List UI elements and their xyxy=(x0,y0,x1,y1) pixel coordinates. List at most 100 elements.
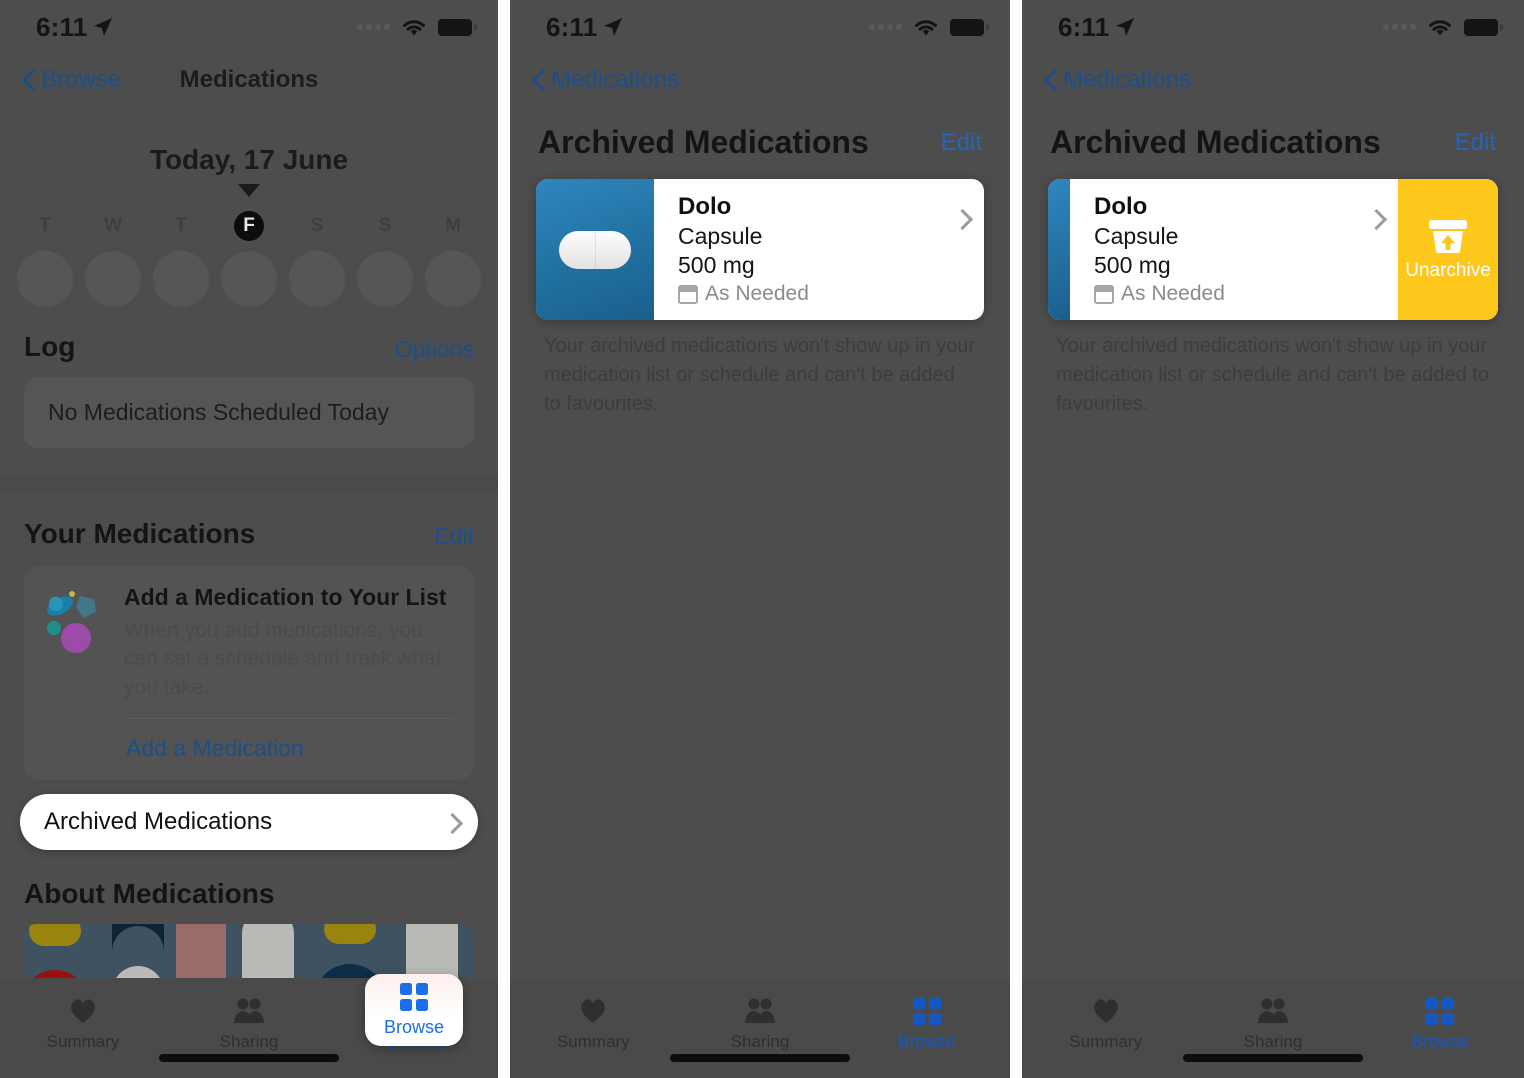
about-medications-heading: About Medications xyxy=(24,878,275,910)
log-empty-text: No Medications Scheduled Today xyxy=(48,399,389,425)
log-section-header: Log Options xyxy=(0,331,498,363)
archived-medications-row[interactable]: Archived Medications xyxy=(20,794,478,851)
back-button-medications[interactable]: Medications xyxy=(1044,66,1191,94)
status-bar-time: 6:11 xyxy=(1058,11,1110,42)
add-medication-card-title: Add a Medication to Your List xyxy=(124,584,447,610)
back-button-label: Medications xyxy=(551,66,680,93)
panel-gap-1 xyxy=(498,0,510,1078)
tab-sharing[interactable]: Sharing xyxy=(685,988,835,1052)
status-bar-time: 6:11 xyxy=(546,11,598,42)
your-medications-edit-link[interactable]: Edit xyxy=(434,523,474,550)
calendar-icon xyxy=(1094,284,1114,304)
day-status-circle xyxy=(357,251,413,307)
status-bar: 6:11 xyxy=(1022,0,1524,54)
tab-sharing[interactable]: Sharing xyxy=(174,988,324,1052)
chevron-down-icon[interactable] xyxy=(238,184,260,197)
unarchive-swipe-button[interactable]: Unarchive xyxy=(1398,179,1498,320)
tab-browse-label: Browse xyxy=(1411,1032,1469,1051)
chevron-right-icon xyxy=(445,813,456,832)
day-item-6[interactable]: M xyxy=(422,211,484,307)
your-medications-header: Your Medications Edit xyxy=(0,518,498,550)
archived-medications-header-p2: Archived Medications Edit xyxy=(510,106,1010,161)
medication-frequency: As Needed xyxy=(1121,282,1225,305)
tab-browse-highlight[interactable]: Browse xyxy=(365,974,463,1046)
log-options-link[interactable]: Options xyxy=(395,336,474,363)
archived-list: Dolo Capsule 500 mg As Needed xyxy=(536,179,984,320)
edit-button[interactable]: Edit xyxy=(941,129,982,157)
screenshot-stage: 6:11 Browse Medications Today, 17 June T… xyxy=(0,0,1524,1078)
grid-icon xyxy=(852,994,1002,1028)
back-button-medications[interactable]: Medications xyxy=(532,66,679,94)
day-item-3-selected[interactable]: F xyxy=(218,211,280,307)
tab-sharing-label: Sharing xyxy=(730,1032,790,1051)
tab-summary-label: Summary xyxy=(1069,1032,1143,1051)
day-letter: S xyxy=(310,215,324,236)
battery-full-icon xyxy=(1464,18,1503,36)
home-indicator xyxy=(1183,1054,1363,1062)
tab-sharing[interactable]: Sharing xyxy=(1198,988,1348,1052)
day-status-circle xyxy=(85,251,141,307)
back-button-label: Medications xyxy=(1063,66,1192,93)
add-medication-card-text: Add a Medication to Your List When you a… xyxy=(124,584,454,702)
add-medication-card: Add a Medication to Your List When you a… xyxy=(24,566,474,781)
today-date-label[interactable]: Today, 17 June xyxy=(0,144,498,176)
day-status-circle xyxy=(289,251,345,307)
tab-summary[interactable]: Summary xyxy=(8,988,158,1052)
location-arrow-icon xyxy=(604,18,623,36)
status-bar-time-group: 6:11 xyxy=(1058,12,1135,43)
medication-row-dolo[interactable]: Dolo Capsule 500 mg As Needed xyxy=(536,179,984,320)
heart-icon xyxy=(1031,994,1181,1028)
day-item-4[interactable]: S xyxy=(286,211,348,307)
heart-icon xyxy=(518,994,668,1028)
location-arrow-icon xyxy=(1116,18,1135,36)
page-title: Archived Medications xyxy=(538,124,869,160)
day-item-0[interactable]: T xyxy=(14,211,76,307)
tab-sharing-label: Sharing xyxy=(1243,1032,1303,1051)
day-item-2[interactable]: T xyxy=(150,211,212,307)
chevron-left-icon xyxy=(532,69,545,91)
wifi-icon xyxy=(1429,20,1451,36)
back-button-browse[interactable]: Browse xyxy=(22,66,121,94)
status-bar: 6:11 xyxy=(510,0,1010,54)
back-button-label: Browse xyxy=(41,66,122,93)
tab-summary-label: Summary xyxy=(46,1032,120,1051)
nav-bar-panel2: Medications xyxy=(510,54,1010,106)
medication-frequency-row: As Needed xyxy=(1094,282,1378,306)
panel-gap-2 xyxy=(1010,0,1022,1078)
tab-summary[interactable]: Summary xyxy=(518,988,668,1052)
wifi-icon xyxy=(403,20,425,36)
medication-row-body: Dolo Capsule 500 mg As Needed xyxy=(1070,179,1398,320)
tab-summary[interactable]: Summary xyxy=(1031,988,1181,1052)
medication-dose: 500 mg xyxy=(678,252,755,278)
tab-browse[interactable]: Browse xyxy=(852,988,1002,1052)
add-medication-card-body: When you add medications, you can set a … xyxy=(124,619,442,699)
day-status-circle xyxy=(425,251,481,307)
day-letter: W xyxy=(104,215,122,236)
capsule-pill-icon xyxy=(559,230,631,269)
phone-panel-2: 6:11 Medications Archived Medications Ed… xyxy=(510,0,1010,1078)
medication-dose: 500 mg xyxy=(1094,252,1171,278)
tab-browse[interactable]: Browse xyxy=(1365,988,1515,1052)
home-indicator xyxy=(670,1054,850,1062)
medication-thumbnail xyxy=(536,179,654,320)
medication-row-dolo-swiped[interactable]: Dolo Capsule 500 mg As Needed Unarchive xyxy=(1048,179,1498,320)
people-icon xyxy=(685,994,835,1028)
day-item-5[interactable]: S xyxy=(354,211,416,307)
day-selector-strip[interactable]: T W T F S S M xyxy=(0,201,498,307)
people-icon xyxy=(1198,994,1348,1028)
day-item-1[interactable]: W xyxy=(82,211,144,307)
archive-box-up-arrow-icon xyxy=(1429,219,1467,253)
battery-full-icon xyxy=(438,18,477,36)
tab-bar-panel3[interactable]: Summary Sharing Browse xyxy=(1022,978,1524,1078)
add-a-medication-link[interactable]: Add a Medication xyxy=(44,719,454,780)
edit-button[interactable]: Edit xyxy=(1455,129,1496,157)
status-bar-time-group: 6:11 xyxy=(36,12,113,43)
chevron-left-icon xyxy=(1044,69,1057,91)
cellular-dots-icon xyxy=(869,24,902,30)
tab-bar-panel2[interactable]: Summary Sharing Browse xyxy=(510,978,1010,1078)
archived-medications-header-p3: Archived Medications Edit xyxy=(1022,106,1524,161)
status-bar-time-group: 6:11 xyxy=(546,12,623,43)
status-bar-indicators xyxy=(357,17,477,37)
day-letter: F xyxy=(234,211,264,241)
status-bar-indicators xyxy=(869,17,989,37)
